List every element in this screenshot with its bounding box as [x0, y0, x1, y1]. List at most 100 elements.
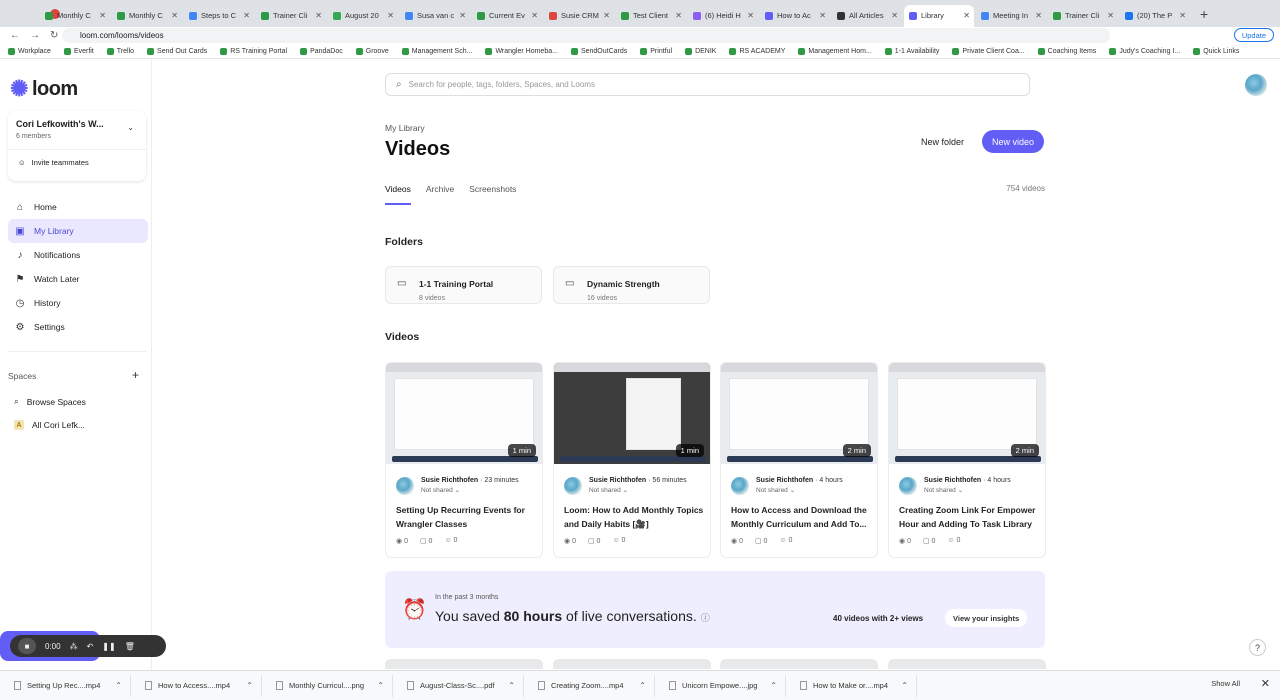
update-button[interactable]: Update — [1233, 28, 1274, 42]
video-card-peek[interactable] — [720, 659, 878, 669]
bookmark-item[interactable]: RS ACADEMY — [729, 47, 785, 55]
bookmark-item[interactable]: Management Hom... — [798, 47, 872, 55]
tab-screenshots[interactable]: Screenshots — [469, 184, 516, 205]
forward-icon[interactable]: → — [30, 30, 40, 41]
browser-tab[interactable]: Susa van c ✕ — [400, 5, 470, 27]
chevron-up-icon[interactable]: ⌃ — [901, 681, 908, 690]
video-card[interactable]: 1 min Susie Richthofen · 56 minutes Not sh… — [553, 362, 711, 558]
camera-icon[interactable]: ■ — [18, 638, 36, 654]
restart-icon[interactable]: ↶ — [87, 642, 94, 651]
video-title[interactable]: Loom: How to Add Monthly Topics and Dail… — [564, 503, 704, 531]
browser-tab[interactable]: (6) Heidi H ✕ — [688, 5, 758, 27]
video-card-peek[interactable] — [553, 659, 711, 669]
close-icon[interactable]: ✕ — [1261, 677, 1270, 690]
url-field[interactable]: loom.com/looms/videos — [62, 28, 1110, 43]
close-tab-icon[interactable]: ✕ — [747, 11, 754, 20]
sidebar-item-history[interactable]: ◷ History — [8, 291, 148, 315]
info-icon[interactable]: ⓘ — [701, 613, 710, 623]
video-card-peek[interactable] — [385, 659, 543, 669]
chevron-down-icon[interactable]: ⌄ — [127, 123, 134, 132]
tab-archive[interactable]: Archive — [426, 184, 454, 205]
close-tab-icon[interactable]: ✕ — [819, 11, 826, 20]
download-item[interactable]: How to Access....mp4 ⌃ — [131, 674, 262, 697]
tab-videos[interactable]: Videos — [385, 184, 411, 205]
reload-icon[interactable]: ↻ — [50, 30, 58, 41]
new-folder-button[interactable]: New folder — [913, 130, 972, 153]
download-item[interactable]: Unicorn Empowe....jpg ⌃ — [655, 674, 786, 697]
video-card[interactable]: 2 min Susie Richthofen · 4 hours Not share… — [720, 362, 878, 558]
all-space-item[interactable]: A All Cori Lefk... — [14, 420, 85, 430]
view-insights-button[interactable]: View your insights — [945, 609, 1028, 627]
bookmark-item[interactable]: Private Client Coa... — [952, 47, 1025, 55]
sidebar-item-home[interactable]: ⌂ Home — [8, 195, 148, 219]
download-item[interactable]: August-Class-Sc....pdf ⌃ — [393, 674, 524, 697]
sidebar-item-watch-later[interactable]: ⚑ Watch Later — [8, 267, 148, 291]
download-item[interactable]: Creating Zoom....mp4 ⌃ — [524, 674, 655, 697]
browser-tab[interactable]: Susie CRM ✕ — [544, 5, 614, 27]
browser-tab[interactable]: August 20 ✕ — [328, 5, 398, 27]
trash-icon[interactable]: 🗑 — [125, 642, 135, 651]
bookmark-item[interactable]: Judy's Coaching I... — [1109, 47, 1180, 55]
close-tab-icon[interactable]: ✕ — [459, 11, 466, 20]
browser-tab[interactable]: Test Client ✕ — [616, 5, 686, 27]
chevron-up-icon[interactable]: ⌃ — [508, 681, 515, 690]
browser-tab[interactable]: Monthly C ✕ — [112, 5, 182, 27]
video-card[interactable]: 1 min Susie Richthofen · 23 minutes Not sh… — [385, 362, 543, 558]
back-icon[interactable]: ← — [10, 30, 20, 41]
help-icon[interactable]: ? — [1249, 639, 1266, 656]
browser-tab[interactable]: Current Ev ✕ — [472, 5, 542, 27]
browser-tab[interactable]: How to Ac ✕ — [760, 5, 830, 27]
workspace-switcher[interactable]: Cori Lefkowith's W... 6 members ⌄ ☺ Invi… — [8, 111, 146, 181]
bookmark-item[interactable]: Management Sch... — [401, 47, 472, 55]
browser-tab[interactable]: (20) The P ✕ — [1120, 5, 1190, 27]
breadcrumb[interactable]: My Library — [385, 123, 425, 133]
add-space-icon[interactable]: + — [132, 368, 139, 382]
bookmark-item[interactable]: Groove — [355, 47, 389, 55]
bookmark-item[interactable]: 1-1 Availability — [884, 47, 939, 55]
close-tab-icon[interactable]: ✕ — [243, 11, 250, 20]
new-tab-button[interactable]: + — [1200, 6, 1208, 22]
video-thumbnail[interactable]: 1 min — [554, 363, 710, 464]
close-tab-icon[interactable]: ✕ — [531, 11, 538, 20]
close-tab-icon[interactable]: ✕ — [387, 11, 394, 20]
invite-teammates-button[interactable]: ☺ Invite teammates — [18, 158, 89, 167]
download-item[interactable]: How to Make or....mp4 ⌃ — [786, 674, 917, 697]
bookmark-item[interactable]: SendOutCards — [570, 47, 627, 55]
sidebar-item-my-library[interactable]: ▣ My Library — [8, 219, 148, 243]
grid-icon[interactable]: ⁂ — [70, 642, 78, 651]
browser-tab[interactable]: Monthly C ✕ — [40, 5, 110, 27]
video-card[interactable]: 2 min Susie Richthofen · 4 hours Not share… — [888, 362, 1046, 558]
new-video-button[interactable]: New video — [982, 130, 1045, 153]
browse-spaces-item[interactable]: ⌕ Browse Spaces — [14, 396, 86, 407]
video-thumbnail[interactable]: 2 min — [721, 363, 877, 464]
bookmark-item[interactable]: RS Training Portal — [220, 47, 287, 55]
browser-tab[interactable]: Steps to C ✕ — [184, 5, 254, 27]
pause-icon[interactable]: ❚❚ — [102, 642, 115, 651]
video-card-peek[interactable] — [888, 659, 1046, 669]
browser-tab[interactable]: Trainer Cli ✕ — [256, 5, 326, 27]
bookmark-item[interactable]: Quick Links — [1193, 47, 1239, 55]
chevron-up-icon[interactable]: ⌃ — [770, 681, 777, 690]
close-tab-icon[interactable]: ✕ — [315, 11, 322, 20]
browser-tab[interactable]: All Articles ✕ — [832, 5, 902, 27]
folder-card[interactable]: ▭ Dynamic Strength 16 videos — [553, 266, 710, 304]
close-tab-icon[interactable]: ✕ — [1035, 11, 1042, 20]
bookmark-item[interactable]: DENIK — [685, 47, 716, 55]
bookmark-item[interactable]: Wrangler Homeba... — [485, 47, 558, 55]
bookmark-item[interactable]: Workplace — [8, 47, 51, 55]
search-input[interactable]: ⌕ Search for people, tags, folders, Spac… — [385, 73, 1030, 96]
chevron-up-icon[interactable]: ⌃ — [639, 681, 646, 690]
share-status-dropdown[interactable]: Not shared ⌄ — [589, 486, 628, 494]
browser-tab[interactable]: Trainer Cli ✕ — [1048, 5, 1118, 27]
sidebar-item-settings[interactable]: ⚙ Settings — [8, 315, 148, 339]
close-tab-icon[interactable]: ✕ — [1179, 11, 1186, 20]
show-all-downloads-button[interactable]: Show All — [1211, 679, 1240, 688]
download-item[interactable]: Setting Up Rec....mp4 ⌃ — [0, 674, 131, 697]
video-thumbnail[interactable]: 2 min — [889, 363, 1045, 464]
bookmark-item[interactable]: Trello — [106, 47, 134, 55]
bookmark-item[interactable]: PandaDoc — [300, 47, 343, 55]
bookmark-item[interactable]: Send Out Cards — [147, 47, 207, 55]
browser-tab[interactable]: Meeting In ✕ — [976, 5, 1046, 27]
share-status-dropdown[interactable]: Not shared ⌄ — [756, 486, 795, 494]
chevron-up-icon[interactable]: ⌃ — [246, 681, 253, 690]
